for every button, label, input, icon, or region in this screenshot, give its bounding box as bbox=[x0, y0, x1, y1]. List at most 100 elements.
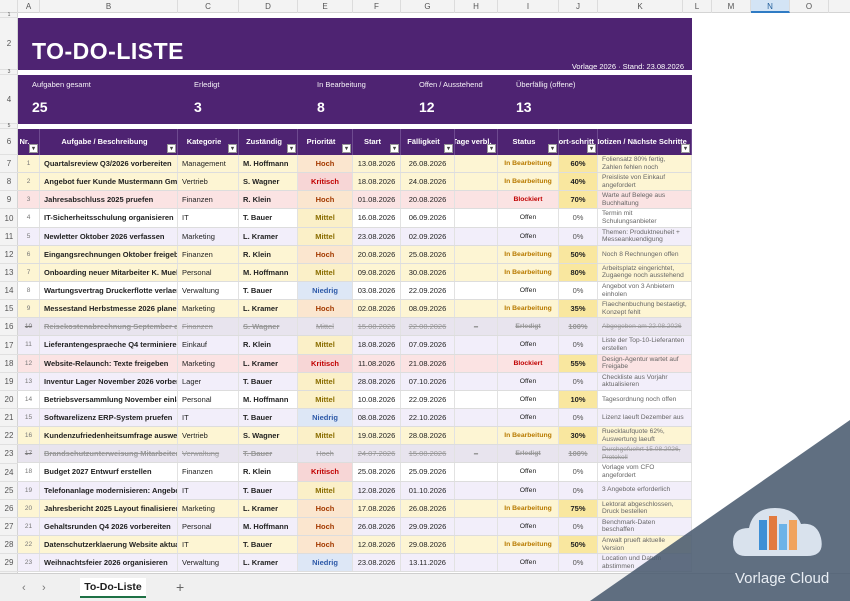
cell-start[interactable]: 23.08.2026 bbox=[353, 554, 401, 572]
cell-owner[interactable]: T. Bauer bbox=[239, 372, 298, 390]
cell-start[interactable]: 03.08.2026 bbox=[353, 281, 401, 300]
cell-start[interactable]: 08.08.2026 bbox=[353, 408, 401, 427]
row-header[interactable]: 21 bbox=[0, 409, 18, 428]
cell-note[interactable]: Angebot von 3 Anbietern einholen bbox=[598, 281, 692, 300]
cell-days[interactable] bbox=[455, 535, 498, 554]
cell-status[interactable]: Offen bbox=[498, 209, 559, 227]
cell-start[interactable]: 26.08.2026 bbox=[353, 517, 401, 535]
cell-owner[interactable]: R. Klein bbox=[239, 336, 298, 354]
cell-status[interactable]: In Bearbeitung bbox=[498, 499, 559, 517]
cell-prio[interactable]: Mittel bbox=[298, 427, 353, 445]
table-row[interactable]: 12 Website-Relaunch: Texte freigeben Marke… bbox=[18, 354, 692, 373]
table-row[interactable]: 4 IT-Sicherheitsschulung organisieren IT T.… bbox=[18, 209, 692, 228]
sheet-tab-todo[interactable]: To-Do-Liste bbox=[80, 578, 146, 598]
table-row[interactable]: 8 Wartungsvertrag Druckerflotte verlaenge… bbox=[18, 281, 692, 301]
cell-task[interactable]: Jahresabschluss 2025 pruefen bbox=[40, 191, 178, 209]
table-row[interactable]: 6 Eingangsrechnungen Oktober freigeben Fin… bbox=[18, 245, 692, 264]
cell-status[interactable]: In Bearbeitung bbox=[498, 427, 559, 445]
cell-prio[interactable]: Hoch bbox=[298, 191, 353, 209]
cell-prio[interactable]: Niedrig bbox=[298, 554, 353, 572]
cell-cat[interactable]: Finanzen bbox=[178, 245, 239, 263]
cell-days[interactable] bbox=[455, 372, 498, 390]
cell-days[interactable] bbox=[455, 191, 498, 209]
table-row[interactable]: 3 Jahresabschluss 2025 pruefen Finanzen R. … bbox=[18, 191, 692, 210]
cell-nr[interactable]: 4 bbox=[18, 209, 40, 227]
cell-nr[interactable]: 3 bbox=[18, 191, 40, 209]
cell-note[interactable]: Tagesordnung noch offen bbox=[598, 390, 692, 408]
cell-owner[interactable]: L. Kramer bbox=[239, 554, 298, 572]
cell-start[interactable]: 25.08.2026 bbox=[353, 463, 401, 481]
cell-owner[interactable]: R. Klein bbox=[239, 463, 298, 481]
cell-nr[interactable]: 16 bbox=[18, 427, 40, 445]
cell-due[interactable]: 24.08.2026 bbox=[401, 173, 455, 191]
cell-status[interactable]: Blockiert bbox=[498, 191, 559, 209]
cell-task[interactable]: Inventur Lager November 2026 vorbereit bbox=[40, 372, 178, 390]
cell-start[interactable]: 12.08.2026 bbox=[353, 535, 401, 554]
cell-status[interactable]: Offen bbox=[498, 390, 559, 408]
cell-nr[interactable]: 21 bbox=[18, 517, 40, 535]
cell-owner[interactable]: T. Bauer bbox=[239, 445, 298, 463]
cell-prio[interactable]: Hoch bbox=[298, 499, 353, 517]
cell-task[interactable]: Angebot fuer Kunde Mustermann GmbH e bbox=[40, 173, 178, 191]
row-header[interactable]: 26 bbox=[0, 500, 18, 518]
cell-start[interactable]: 11.08.2026 bbox=[353, 354, 401, 372]
table-row[interactable]: 17 Brandschutzunterweisung Mitarbeiter Ver… bbox=[18, 445, 692, 464]
column-header-o[interactable]: O bbox=[790, 0, 829, 13]
cell-due[interactable]: 29.08.2026 bbox=[401, 535, 455, 554]
filter-dropdown-icon[interactable]: ▾ bbox=[342, 144, 351, 153]
cell-due[interactable]: 20.08.2026 bbox=[401, 191, 455, 209]
column-header-l[interactable]: L bbox=[683, 0, 712, 13]
row-header[interactable]: 22 bbox=[0, 427, 18, 446]
cell-pct[interactable]: 55% bbox=[559, 354, 598, 372]
cell-note[interactable]: Noch 8 Rechnungen offen bbox=[598, 245, 692, 263]
cell-note[interactable]: Foliensatz 80% fertig, Zahlen fehlen noc… bbox=[598, 155, 692, 173]
cell-cat[interactable]: Finanzen bbox=[178, 191, 239, 209]
filter-dropdown-icon[interactable]: ▾ bbox=[548, 144, 557, 153]
cell-pct[interactable]: 35% bbox=[559, 300, 598, 318]
cell-owner[interactable]: M. Hoffmann bbox=[239, 390, 298, 408]
cell-nr[interactable]: 15 bbox=[18, 408, 40, 427]
cell-status[interactable]: In Bearbeitung bbox=[498, 173, 559, 191]
row-header[interactable]: 13 bbox=[0, 264, 18, 283]
cell-days[interactable] bbox=[455, 155, 498, 173]
cell-task[interactable]: Budget 2027 Entwurf erstellen bbox=[40, 463, 178, 481]
cell-days[interactable] bbox=[455, 263, 498, 281]
cell-task[interactable]: Kundenzufriedenheitsumfrage auswerten bbox=[40, 427, 178, 445]
row-header[interactable]: 4 bbox=[0, 75, 18, 124]
cell-cat[interactable]: Einkauf bbox=[178, 336, 239, 354]
cell-pct[interactable]: 0% bbox=[559, 481, 598, 499]
cell-start[interactable]: 24.07.2026 bbox=[353, 445, 401, 463]
cell-owner[interactable]: T. Bauer bbox=[239, 209, 298, 227]
table-row[interactable]: 22 Datenschutzerklaerung Website aktualis… bbox=[18, 535, 692, 555]
row-header[interactable]: 27 bbox=[0, 518, 18, 537]
cell-task[interactable]: Brandschutzunterweisung Mitarbeiter bbox=[40, 445, 178, 463]
row-header[interactable]: 10 bbox=[0, 209, 18, 228]
cell-status[interactable]: Offen bbox=[498, 408, 559, 427]
cell-prio[interactable]: Hoch bbox=[298, 155, 353, 173]
table-row[interactable]: 5 Newletter Oktober 2026 verfassen Marketi… bbox=[18, 227, 692, 246]
row-header[interactable]: 6 bbox=[0, 129, 18, 155]
cell-task[interactable]: Quartalsreview Q3/2026 vorbereiten bbox=[40, 155, 178, 173]
column-header-e[interactable]: E bbox=[298, 0, 353, 13]
cell-prio[interactable]: Kritisch bbox=[298, 173, 353, 191]
cell-task[interactable]: Telefonanlage modernisieren: Angebote e bbox=[40, 481, 178, 499]
row-header[interactable]: 15 bbox=[0, 300, 18, 319]
cell-due[interactable]: 30.08.2026 bbox=[401, 263, 455, 281]
cell-task[interactable]: Jahresbericht 2025 Layout finalisieren bbox=[40, 499, 178, 517]
cell-note[interactable]: Termin mit Schulungsanbieter bbox=[598, 209, 692, 227]
cell-status[interactable]: In Bearbeitung bbox=[498, 155, 559, 173]
cell-pct[interactable]: 0% bbox=[559, 517, 598, 535]
cell-due[interactable]: 22.09.2026 bbox=[401, 390, 455, 408]
table-row[interactable]: 2Angebot fuer Kunde Mustermann GmbH eVer… bbox=[18, 173, 692, 192]
row-header[interactable]: 18 bbox=[0, 355, 18, 373]
cell-days[interactable] bbox=[455, 227, 498, 245]
cell-days[interactable] bbox=[455, 281, 498, 300]
table-row[interactable]: 20 Jahresbericht 2025 Layout finalisieren… bbox=[18, 499, 692, 518]
cell-cat[interactable]: Verwaltung bbox=[178, 281, 239, 300]
cell-start[interactable]: 15.08.2026 bbox=[353, 318, 401, 336]
cell-due[interactable]: 29.09.2026 bbox=[401, 517, 455, 535]
cell-days[interactable] bbox=[455, 354, 498, 372]
cell-owner[interactable]: S. Wagner bbox=[239, 318, 298, 336]
cell-cat[interactable]: Vertrieb bbox=[178, 427, 239, 445]
cell-days[interactable] bbox=[455, 300, 498, 318]
